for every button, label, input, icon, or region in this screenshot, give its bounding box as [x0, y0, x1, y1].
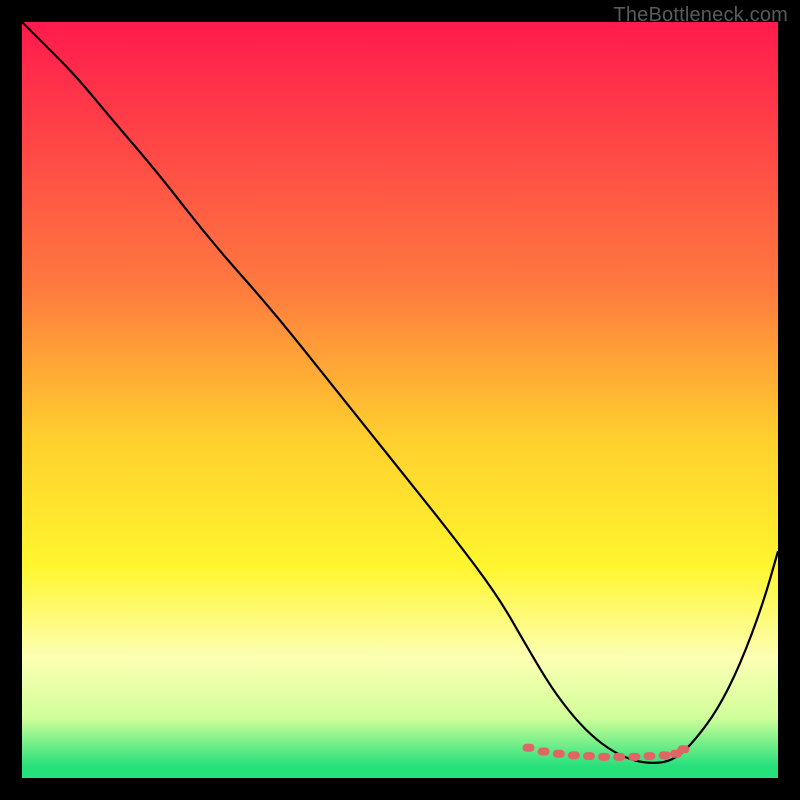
chart-background [22, 22, 778, 778]
chart-svg [22, 22, 778, 778]
optimal-zone-marker [613, 753, 625, 761]
optimal-zone-marker [678, 745, 690, 753]
optimal-zone-marker [583, 752, 595, 760]
optimal-zone-marker [628, 753, 640, 761]
optimal-zone-marker [538, 748, 550, 756]
chart-plot-area [22, 22, 778, 778]
optimal-zone-marker [568, 751, 580, 759]
optimal-zone-marker [643, 752, 655, 760]
optimal-zone-marker [553, 750, 565, 758]
optimal-zone-marker [659, 751, 671, 759]
watermark-text: TheBottleneck.com [613, 4, 788, 27]
optimal-zone-marker [523, 744, 535, 752]
optimal-zone-marker [598, 753, 610, 761]
